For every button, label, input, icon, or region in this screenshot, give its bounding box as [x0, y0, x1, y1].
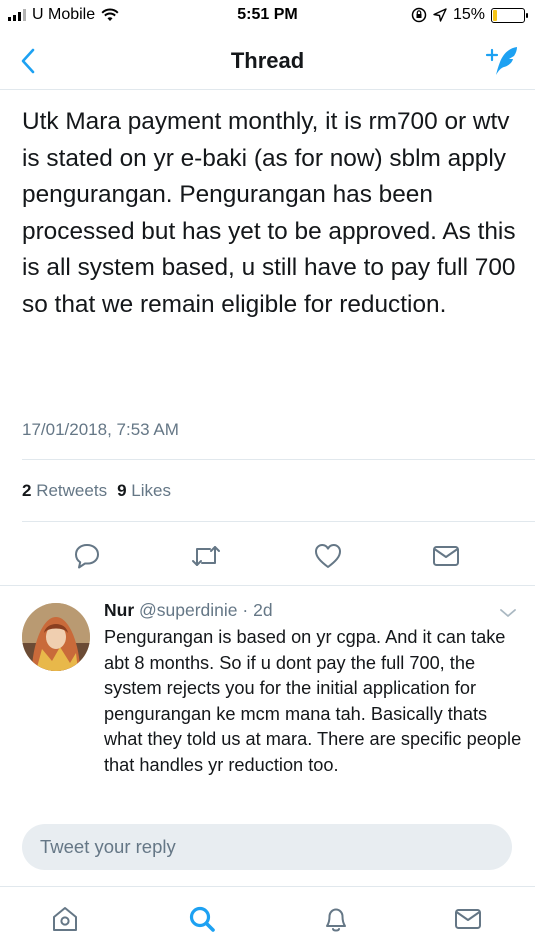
tweet-stats: 2 Retweets 9 Likes — [22, 481, 171, 501]
tab-search[interactable] — [184, 901, 220, 937]
like-button[interactable] — [310, 538, 346, 574]
share-icon — [433, 546, 459, 566]
battery-fill — [493, 9, 497, 21]
search-icon — [189, 906, 215, 932]
tab-messages[interactable] — [450, 901, 486, 937]
notifications-icon — [326, 908, 346, 932]
location-icon — [433, 8, 447, 22]
messages-icon — [455, 909, 481, 929]
reply-tweet[interactable]: Nur @superdinie · 2d Pengurangan is base… — [0, 585, 535, 810]
page-title: Thread — [230, 48, 305, 73]
retweets-stat[interactable]: 2 Retweets — [22, 481, 107, 501]
reply-button[interactable] — [69, 538, 105, 574]
retweets-label: Retweets — [36, 481, 108, 500]
like-icon — [315, 544, 341, 568]
tab-notifications[interactable] — [318, 901, 354, 937]
tab-bar — [0, 886, 535, 952]
home-icon — [53, 907, 77, 931]
reply-author-name[interactable]: Nur — [104, 600, 134, 620]
reply-author-handle[interactable]: @superdinie — [139, 600, 238, 620]
tweet-text: Utk Mara payment monthly, it is rm700 or… — [22, 108, 516, 318]
reply-age: 2d — [253, 600, 273, 620]
battery-percent: 15% — [452, 6, 485, 23]
avatar-image — [22, 603, 90, 671]
tweet-actions — [0, 528, 535, 584]
compose-tweet-icon[interactable] — [485, 44, 521, 78]
divider — [22, 459, 535, 460]
tab-home[interactable] — [47, 901, 83, 937]
likes-stat[interactable]: 9 Likes — [117, 481, 171, 501]
chevron-left-icon[interactable] — [16, 46, 42, 76]
likes-count: 9 — [117, 481, 127, 500]
nav-bar: Thread — [0, 34, 535, 90]
reply-separator: · — [237, 600, 254, 620]
chevron-down-icon[interactable] — [499, 607, 517, 619]
retweet-button[interactable] — [188, 538, 224, 574]
tweet-timestamp: 17/01/2018, 7:53 AM — [22, 420, 179, 439]
reply-header: Nur @superdinie · 2d — [104, 600, 273, 621]
reply-text: Pengurangan is based on yr cgpa. And it … — [104, 627, 522, 775]
share-button[interactable] — [428, 538, 464, 574]
avatar[interactable] — [22, 603, 90, 671]
divider — [22, 521, 535, 522]
status-bar: U Mobile 5:51 PM 15% — [0, 0, 535, 34]
reply-icon — [75, 544, 99, 569]
retweet-icon — [192, 546, 220, 566]
battery-icon — [491, 7, 528, 23]
retweets-count: 2 — [22, 481, 32, 500]
orientation-lock-icon — [411, 7, 427, 23]
status-right: 15% — [411, 6, 528, 24]
likes-label: Likes — [131, 481, 171, 500]
reply-input[interactable]: Tweet your reply — [22, 824, 512, 870]
